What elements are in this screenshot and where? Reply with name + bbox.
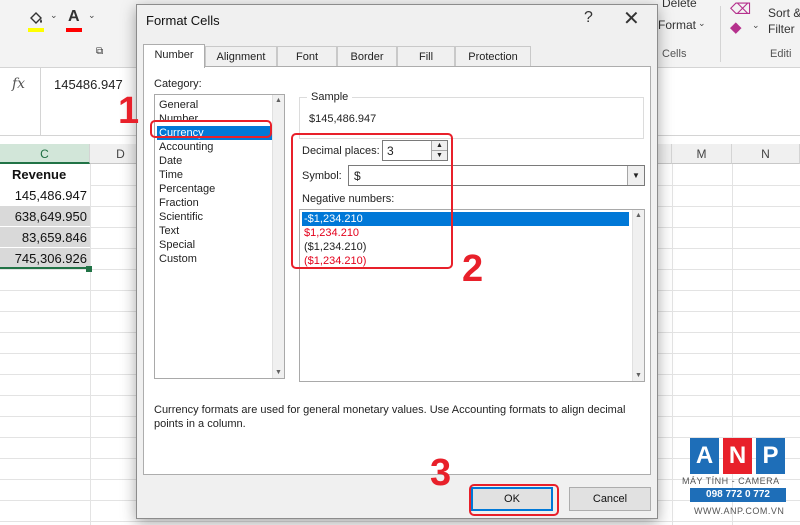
highlight-currency-options (291, 133, 453, 269)
revenue-cell[interactable]: 638,649.950 (0, 206, 90, 227)
help-button[interactable]: ? (584, 9, 593, 27)
column-header-c[interactable]: C (0, 144, 90, 164)
ribbon-filter-button[interactable]: Filter (768, 22, 795, 36)
formula-bar-separator (40, 68, 41, 136)
ribbon-separator (720, 6, 721, 62)
anp-logo: A N P (690, 438, 790, 474)
category-text[interactable]: Text (157, 224, 273, 238)
category-accounting[interactable]: Accounting (157, 140, 273, 154)
eraser-icon[interactable]: ◆ (730, 18, 742, 36)
category-scientific[interactable]: Scientific (157, 210, 273, 224)
category-custom[interactable]: Custom (157, 252, 273, 266)
column-header-l[interactable] (658, 144, 672, 164)
revenue-cell[interactable]: 145,486.947 (0, 185, 90, 206)
category-scrollbar[interactable]: ▲ ▼ (272, 95, 284, 378)
negative-numbers-scrollbar[interactable]: ▲ ▼ (632, 210, 644, 381)
sample-value: $145,486.947 (309, 113, 377, 125)
fill-color-icon[interactable] (28, 10, 44, 30)
highlight-ok-button (469, 484, 559, 516)
tab-number[interactable]: Number (143, 44, 205, 68)
font-color-swatch (66, 28, 82, 32)
scroll-up-icon[interactable]: ▲ (633, 212, 644, 219)
sample-label: Sample (307, 91, 353, 103)
close-button[interactable]: ✕ (623, 6, 640, 31)
dialog-launcher-icon[interactable]: ⧉ (96, 46, 103, 57)
formula-input[interactable]: 145486.947 (54, 77, 123, 92)
tab-alignment[interactable]: Alignment (205, 46, 277, 67)
grid-line (672, 164, 673, 525)
highlight-currency (150, 120, 272, 138)
editing-group-label: Editi (770, 48, 792, 60)
tab-font[interactable]: Font (277, 46, 337, 67)
fill-color-dropdown[interactable]: ⌄ (50, 10, 58, 21)
scroll-down-icon[interactable]: ▼ (633, 372, 644, 379)
category-general[interactable]: General (157, 98, 273, 112)
logo-letter: N (723, 438, 752, 474)
ribbon-sort-button[interactable]: Sort & (768, 6, 800, 20)
revenue-cell[interactable]: 83,659.846 (0, 227, 90, 248)
font-color-dropdown[interactable]: ⌄ (88, 10, 96, 21)
category-time[interactable]: Time (157, 168, 273, 182)
ribbon-delete-button[interactable]: Delete (662, 0, 697, 10)
logo-tagline: MÁY TÍNH - CAMERA (682, 476, 780, 486)
logo-url: WWW.ANP.COM.VN (694, 506, 785, 516)
category-percentage[interactable]: Percentage (157, 182, 273, 196)
tab-fill[interactable]: Fill (397, 46, 455, 67)
insert-function-icon[interactable]: fx (12, 76, 25, 92)
category-special[interactable]: Special (157, 238, 273, 252)
format-dropdown[interactable]: ⌄ (698, 18, 706, 29)
logo-letter: A (690, 438, 719, 474)
format-description: Currency formats are used for general mo… (154, 404, 626, 430)
category-label: Category: (154, 78, 202, 90)
cells-group-label: Cells (662, 48, 687, 60)
tab-border[interactable]: Border (337, 46, 397, 67)
fill-color-swatch (28, 28, 44, 32)
step-number-3: 3 (430, 452, 452, 494)
step-number-2: 2 (462, 248, 484, 290)
revenue-cell[interactable]: 745,306.926 (0, 248, 90, 269)
category-date[interactable]: Date (157, 154, 273, 168)
font-color-icon[interactable]: A (68, 8, 80, 26)
eraser-dropdown[interactable]: ⌄ (752, 20, 760, 31)
column-header-m[interactable]: M (672, 144, 732, 164)
grid-line (0, 521, 800, 522)
logo-letter: P (756, 438, 785, 474)
dialog-title: Format Cells (146, 13, 220, 28)
clear-icon[interactable]: ⌫ (730, 0, 751, 18)
selection-fill-handle[interactable] (86, 266, 92, 272)
scroll-down-icon[interactable]: ▼ (273, 369, 284, 376)
category-fraction[interactable]: Fraction (157, 196, 273, 210)
ribbon-format-button[interactable]: Format (658, 18, 696, 32)
scroll-up-icon[interactable]: ▲ (273, 97, 284, 104)
step-number-1: 1 (118, 90, 140, 132)
chevron-down-icon[interactable]: ▼ (627, 166, 644, 185)
tab-protection[interactable]: Protection (455, 46, 531, 67)
grid-line (90, 164, 91, 525)
revenue-header-cell[interactable]: Revenue (0, 164, 90, 185)
dialog-tabs: Number Alignment Font Border Fill Protec… (143, 44, 651, 68)
column-header-n[interactable]: N (732, 144, 800, 164)
logo-phone: 098 772 0 772 (690, 488, 786, 502)
cancel-button[interactable]: Cancel (569, 487, 651, 511)
